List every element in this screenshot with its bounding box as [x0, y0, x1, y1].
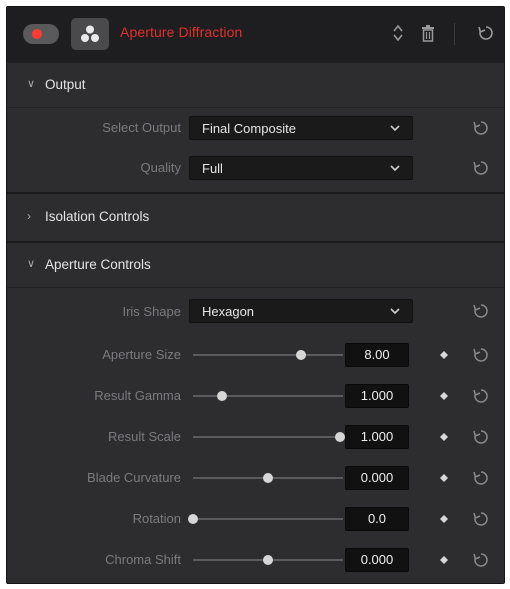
aperture-size-value-field[interactable]: 8.00 — [345, 343, 409, 367]
select-output-label: Select Output — [102, 120, 181, 135]
blade-curvature-slider[interactable] — [193, 473, 343, 483]
effect-panel: Aperture Diffraction ∨ Output Select Out… — [6, 6, 505, 584]
keyframe-diamond-icon[interactable] — [440, 351, 448, 359]
result-gamma-value-field[interactable]: 1.000 — [345, 384, 409, 408]
isolation-section-header[interactable]: › Isolation Controls — [7, 209, 504, 229]
iris-shape-dropdown[interactable]: Hexagon — [189, 299, 413, 323]
chroma-shift-value-field[interactable]: 0.000 — [345, 548, 409, 572]
slider-handle[interactable] — [263, 473, 273, 483]
effect-icon[interactable] — [71, 18, 109, 50]
header-separator — [454, 23, 455, 45]
reset-icon[interactable] — [472, 346, 490, 364]
aperture-section-label: Aperture Controls — [45, 257, 151, 272]
iris-shape-value: Hexagon — [202, 304, 255, 319]
rotation-label: Rotation — [132, 511, 181, 526]
chevron-down-icon: ∨ — [27, 258, 36, 270]
reset-icon[interactable] — [472, 159, 490, 177]
section-header-line — [7, 287, 504, 288]
slider-handle[interactable] — [188, 514, 198, 524]
result-scale-label: Result Scale — [108, 429, 181, 444]
chroma-shift-label: Chroma Shift — [105, 552, 181, 567]
result-gamma-slider[interactable] — [193, 391, 343, 401]
reset-icon[interactable] — [472, 302, 490, 320]
blade-curvature-label: Blade Curvature — [87, 470, 181, 485]
keyframe-diamond-icon[interactable] — [440, 433, 448, 441]
iris-shape-label: Iris Shape — [122, 304, 181, 319]
chroma-shift-slider[interactable] — [193, 555, 343, 565]
keyframe-diamond-icon[interactable] — [440, 392, 448, 400]
slider-handle[interactable] — [296, 350, 306, 360]
keyframe-diamond-icon[interactable] — [440, 556, 448, 564]
trash-icon[interactable] — [421, 23, 435, 43]
reset-icon[interactable] — [472, 387, 490, 405]
reset-icon[interactable] — [477, 23, 495, 43]
reset-icon[interactable] — [472, 119, 490, 137]
slider-handle[interactable] — [216, 391, 227, 401]
chevron-down-icon — [390, 308, 400, 315]
chevron-down-icon — [390, 125, 400, 132]
quality-value: Full — [202, 161, 223, 176]
quality-dropdown[interactable]: Full — [189, 156, 413, 180]
rotation-slider[interactable] — [188, 514, 343, 524]
up-down-arrows-icon[interactable] — [392, 23, 404, 43]
keyframe-diamond-icon[interactable] — [440, 474, 448, 482]
aperture-section-header[interactable]: ∨ Aperture Controls — [7, 257, 504, 277]
chevron-down-icon — [390, 165, 400, 172]
reset-icon[interactable] — [472, 428, 490, 446]
quality-label: Quality — [140, 160, 181, 175]
blade-curvature-value-field[interactable]: 0.000 — [345, 466, 409, 490]
reset-icon[interactable] — [472, 551, 490, 569]
output-section: ∨ Output Select Output Final Composite Q… — [7, 63, 504, 192]
chevron-down-icon: ∨ — [27, 78, 36, 90]
isolation-section-label: Isolation Controls — [45, 209, 150, 224]
isolation-section: › Isolation Controls — [7, 194, 504, 241]
chevron-right-icon: › — [27, 209, 31, 223]
aperture-section: ∨ Aperture Controls Iris Shape Hexagon A… — [7, 243, 504, 583]
reset-icon[interactable] — [472, 510, 490, 528]
output-section-label: Output — [45, 77, 86, 92]
select-output-value: Final Composite — [202, 121, 296, 136]
section-header-line — [7, 107, 504, 108]
effect-title: Aperture Diffraction — [120, 24, 243, 40]
result-scale-value-field[interactable]: 1.000 — [345, 425, 409, 449]
effect-enable-toggle[interactable] — [23, 24, 59, 44]
effect-header: Aperture Diffraction — [7, 7, 504, 63]
aperture-size-label: Aperture Size — [102, 347, 181, 362]
rotation-value-field[interactable]: 0.0 — [345, 507, 409, 531]
keyframe-diamond-icon[interactable] — [440, 515, 448, 523]
aperture-size-slider[interactable] — [193, 350, 343, 360]
result-gamma-label: Result Gamma — [94, 388, 181, 403]
output-section-header[interactable]: ∨ Output — [7, 77, 504, 97]
slider-handle[interactable] — [335, 432, 345, 442]
toggle-knob — [32, 29, 42, 39]
result-scale-slider[interactable] — [193, 432, 345, 442]
select-output-dropdown[interactable]: Final Composite — [189, 116, 413, 140]
slider-handle[interactable] — [263, 555, 273, 565]
reset-icon[interactable] — [472, 469, 490, 487]
